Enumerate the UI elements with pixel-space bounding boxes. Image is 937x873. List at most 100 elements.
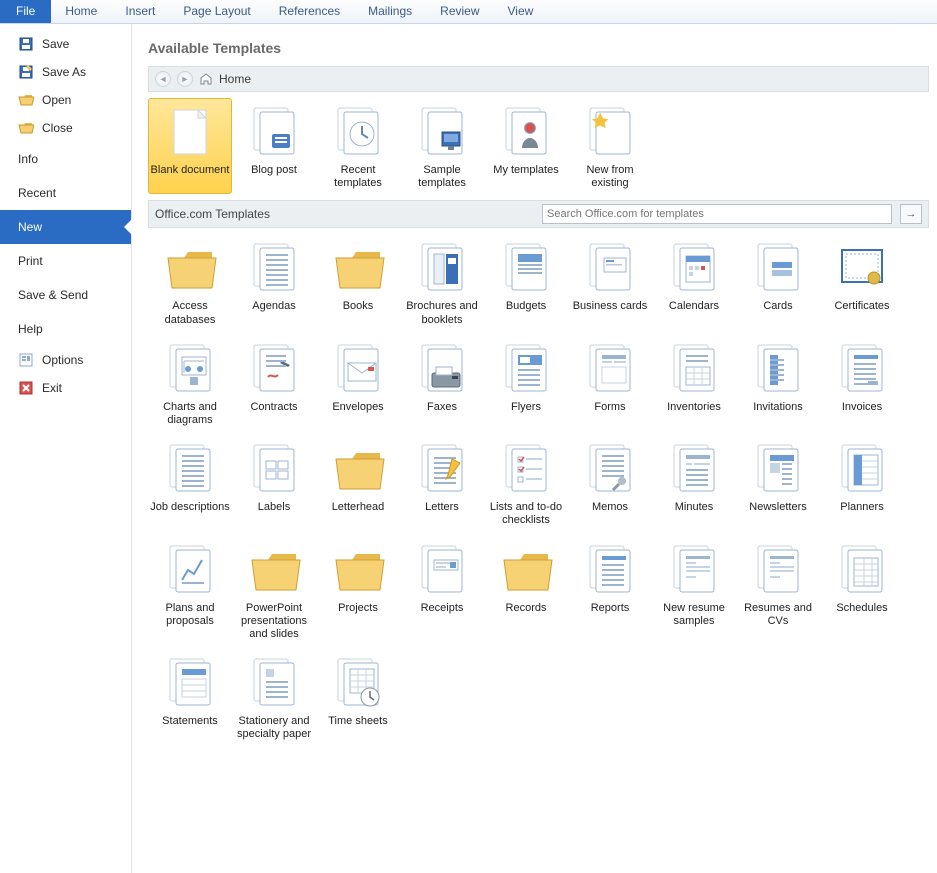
ribbon-tab-page-layout[interactable]: Page Layout bbox=[169, 0, 264, 23]
template-label: Newsletters bbox=[749, 501, 806, 514]
template-label: Letterhead bbox=[332, 501, 385, 514]
ribbon-tab-home[interactable]: Home bbox=[51, 0, 111, 23]
sidebar-item-new[interactable]: New bbox=[0, 210, 131, 244]
template-access-databases[interactable]: Access databases bbox=[148, 234, 232, 330]
invite-icon bbox=[750, 341, 806, 397]
ribbon-tab-view[interactable]: View bbox=[494, 0, 548, 23]
template-books[interactable]: Books bbox=[316, 234, 400, 330]
sidebar-item-save[interactable]: Save bbox=[0, 30, 131, 58]
nav-forward-icon[interactable]: ► bbox=[177, 71, 193, 87]
template-label: Sample templates bbox=[402, 164, 482, 190]
template-certificates[interactable]: Certificates bbox=[820, 234, 904, 330]
template-receipts[interactable]: Receipts bbox=[400, 536, 484, 646]
template-lists-and-to-do-checklists[interactable]: Lists and to-do checklists bbox=[484, 435, 568, 531]
template-label: Envelopes bbox=[332, 401, 383, 414]
template-schedules[interactable]: Schedules bbox=[820, 536, 904, 646]
sidebar-item-label: Options bbox=[42, 353, 83, 367]
template-plans-and-proposals[interactable]: Plans and proposals bbox=[148, 536, 232, 646]
template-envelopes[interactable]: Envelopes bbox=[316, 335, 400, 431]
template-label: Cards bbox=[763, 300, 792, 313]
sidebar-item-open[interactable]: Open bbox=[0, 86, 131, 114]
template-budgets[interactable]: Budgets bbox=[484, 234, 568, 330]
template-invitations[interactable]: Invitations bbox=[736, 335, 820, 431]
template-statements[interactable]: Statements bbox=[148, 649, 232, 745]
template-sample-templates[interactable]: Sample templates bbox=[400, 98, 484, 194]
template-powerpoint-presentations-and-slides[interactable]: PowerPoint presentations and slides bbox=[232, 536, 316, 646]
template-label: Calendars bbox=[669, 300, 719, 313]
home-icon[interactable] bbox=[199, 72, 213, 86]
nav-back-icon[interactable]: ◄ bbox=[155, 71, 171, 87]
template-job-descriptions[interactable]: Job descriptions bbox=[148, 435, 232, 531]
template-letterhead[interactable]: Letterhead bbox=[316, 435, 400, 531]
template-letters[interactable]: Letters bbox=[400, 435, 484, 531]
sidebar-item-print[interactable]: Print bbox=[0, 244, 131, 278]
template-label: Blog post bbox=[251, 164, 297, 177]
template-cards[interactable]: Cards bbox=[736, 234, 820, 330]
sidebar-item-exit[interactable]: Exit bbox=[0, 374, 131, 402]
template-stationery-and-specialty-paper[interactable]: Stationery and specialty paper bbox=[232, 649, 316, 745]
template-label: New from existing bbox=[570, 164, 650, 190]
template-flyers[interactable]: Flyers bbox=[484, 335, 568, 431]
template-inventories[interactable]: Inventories bbox=[652, 335, 736, 431]
blank-icon bbox=[162, 104, 218, 160]
sidebar-item-label: Recent bbox=[18, 186, 56, 200]
sidebar-item-label: Info bbox=[18, 152, 38, 166]
template-newsletters[interactable]: Newsletters bbox=[736, 435, 820, 531]
inventory-icon bbox=[666, 341, 722, 397]
template-my-templates[interactable]: My templates bbox=[484, 98, 568, 194]
saveas-icon bbox=[18, 64, 34, 80]
template-label: PowerPoint presentations and slides bbox=[234, 602, 314, 642]
template-blog-post[interactable]: Blog post bbox=[232, 98, 316, 194]
sidebar-item-save-as[interactable]: Save As bbox=[0, 58, 131, 86]
template-agendas[interactable]: Agendas bbox=[232, 234, 316, 330]
template-faxes[interactable]: Faxes bbox=[400, 335, 484, 431]
close-icon bbox=[18, 120, 34, 136]
template-forms[interactable]: Forms bbox=[568, 335, 652, 431]
template-memos[interactable]: Memos bbox=[568, 435, 652, 531]
ribbon-tab-mailings[interactable]: Mailings bbox=[354, 0, 426, 23]
template-labels[interactable]: Labels bbox=[232, 435, 316, 531]
template-contracts[interactable]: Contracts bbox=[232, 335, 316, 431]
sidebar-item-recent[interactable]: Recent bbox=[0, 176, 131, 210]
template-recent-templates[interactable]: Recent templates bbox=[316, 98, 400, 194]
template-minutes[interactable]: Minutes bbox=[652, 435, 736, 531]
ribbon-tab-references[interactable]: References bbox=[265, 0, 354, 23]
sidebar-item-close[interactable]: Close bbox=[0, 114, 131, 142]
ribbon-tab-review[interactable]: Review bbox=[426, 0, 493, 23]
ribbon-tab-file[interactable]: File bbox=[0, 0, 51, 23]
calendar-icon bbox=[666, 240, 722, 296]
template-label: Forms bbox=[594, 401, 625, 414]
template-label: Stationery and specialty paper bbox=[234, 715, 314, 741]
template-reports[interactable]: Reports bbox=[568, 536, 652, 646]
folder-icon bbox=[162, 240, 218, 296]
template-blank-document[interactable]: Blank document bbox=[148, 98, 232, 194]
template-records[interactable]: Records bbox=[484, 536, 568, 646]
template-projects[interactable]: Projects bbox=[316, 536, 400, 646]
sidebar-item-help[interactable]: Help bbox=[0, 312, 131, 346]
template-label: Lists and to-do checklists bbox=[486, 501, 566, 527]
mytmpl-icon bbox=[498, 104, 554, 160]
save-icon bbox=[18, 36, 34, 52]
template-resumes-and-cvs[interactable]: Resumes and CVs bbox=[736, 536, 820, 646]
ribbon-tab-insert[interactable]: Insert bbox=[111, 0, 169, 23]
template-brochures-and-booklets[interactable]: Brochures and booklets bbox=[400, 234, 484, 330]
template-planners[interactable]: Planners bbox=[820, 435, 904, 531]
template-new-from-existing[interactable]: New from existing bbox=[568, 98, 652, 194]
recent-icon bbox=[330, 104, 386, 160]
folder-icon bbox=[246, 542, 302, 598]
sidebar-item-info[interactable]: Info bbox=[0, 142, 131, 176]
template-charts-and-diagrams[interactable]: Charts and diagrams bbox=[148, 335, 232, 431]
template-label: Memos bbox=[592, 501, 628, 514]
sidebar-item-save-send[interactable]: Save & Send bbox=[0, 278, 131, 312]
search-office-templates-input[interactable] bbox=[542, 204, 892, 224]
template-business-cards[interactable]: Business cards bbox=[568, 234, 652, 330]
sidebar-item-options[interactable]: Options bbox=[0, 346, 131, 374]
brochure-icon bbox=[414, 240, 470, 296]
search-go-button[interactable]: → bbox=[900, 204, 922, 224]
template-calendars[interactable]: Calendars bbox=[652, 234, 736, 330]
bcard-icon bbox=[582, 240, 638, 296]
template-invoices[interactable]: Invoices bbox=[820, 335, 904, 431]
template-new-resume-samples[interactable]: New resume samples bbox=[652, 536, 736, 646]
breadcrumb-home[interactable]: Home bbox=[219, 72, 251, 86]
template-time-sheets[interactable]: Time sheets bbox=[316, 649, 400, 745]
